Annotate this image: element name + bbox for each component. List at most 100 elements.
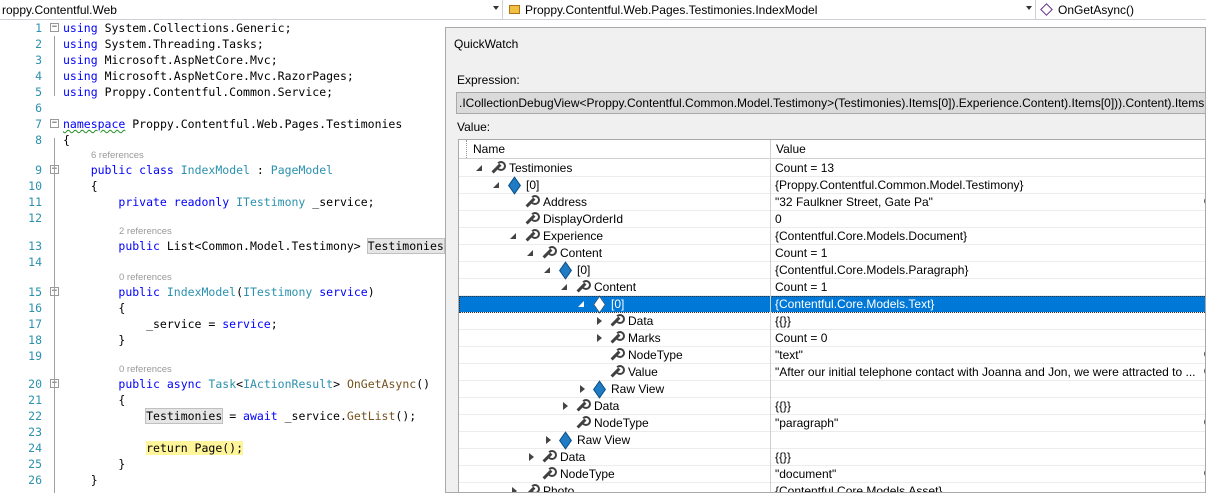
watch-row[interactable]: [0] {Proppy.Contentful.Common.Model.Testi…: [459, 177, 1205, 194]
code-line[interactable]: 6: [0, 100, 445, 116]
watch-row-value[interactable]: {{}}: [772, 313, 1205, 330]
code-lens-references[interactable]: 6 references: [91, 150, 144, 162]
code-line[interactable]: 13 public List<Common.Model.Testimony> T…: [0, 238, 445, 254]
watch-row-value[interactable]: {{}}: [772, 398, 1205, 415]
watch-row-value[interactable]: 0: [772, 211, 1205, 228]
watch-row[interactable]: Data {{}}: [459, 398, 1205, 415]
watch-row[interactable]: [0] {Contentful.Core.Models.Paragraph}: [459, 262, 1205, 279]
code-line[interactable]: 14: [0, 254, 445, 270]
code-line[interactable]: 1− using System.Collections.Generic;: [0, 20, 445, 36]
project-dropdown[interactable]: roppy.Contentful.Web: [0, 0, 503, 19]
code-line[interactable]: 3 using Microsoft.AspNetCore.Mvc;: [0, 52, 445, 68]
column-header-name[interactable]: Name: [469, 140, 769, 159]
watch-row-value[interactable]: {Contentful.Core.Models.Asset}: [772, 483, 1205, 492]
code-lens-references[interactable]: 2 references: [119, 226, 172, 238]
watch-row-value[interactable]: Count = 13: [772, 160, 1205, 177]
code-line[interactable]: 26 }: [0, 472, 445, 488]
watch-row-value[interactable]: Count = 0: [772, 330, 1205, 347]
watch-grid[interactable]: Name Value Testimonies Count = 13 [0] {Prop…: [458, 139, 1205, 492]
code-lens-references[interactable]: 0 references: [119, 364, 172, 376]
watch-row[interactable]: NodeType "paragraph": [459, 415, 1205, 432]
watch-row-value[interactable]: "text": [772, 347, 1205, 364]
watch-row[interactable]: [0] {Contentful.Core.Models.Text}: [459, 296, 1205, 313]
code-editor[interactable]: 1− using System.Collections.Generic; 2 usin…: [0, 20, 445, 493]
code-line[interactable]: 24 return Page();: [0, 440, 445, 456]
watch-row[interactable]: Address "32 Faulkner Street, Gate Pa": [459, 194, 1205, 211]
code-text: {: [63, 178, 98, 194]
code-line[interactable]: 9− public class IndexModel : PageModel: [0, 162, 445, 178]
watch-row[interactable]: Testimonies Count = 13: [459, 160, 1205, 177]
watch-row[interactable]: DisplayOrderId 0: [459, 211, 1205, 228]
code-line[interactable]: 4 using Microsoft.AspNetCore.Mvc.RazorPag…: [0, 68, 445, 84]
code-token: (): [416, 377, 431, 391]
expand-arrow-icon[interactable]: [509, 483, 519, 492]
watch-row-value[interactable]: "After our initial telephone contact wit…: [772, 364, 1205, 381]
code-line[interactable]: 10 {: [0, 178, 445, 194]
watch-row-value[interactable]: {Contentful.Core.Models.Document}: [772, 228, 1205, 245]
expand-arrow-icon[interactable]: [560, 398, 570, 414]
watch-row[interactable]: Content Count = 1: [459, 245, 1205, 262]
code-line[interactable]: 23: [0, 424, 445, 440]
expand-arrow-icon[interactable]: [526, 449, 536, 465]
code-line[interactable]: 18 }: [0, 332, 445, 348]
watch-row-value[interactable]: "32 Faulkner Street, Gate Pa": [772, 194, 1205, 211]
code-line[interactable]: 12: [0, 210, 445, 226]
expand-arrow-icon[interactable]: [577, 381, 587, 397]
watch-row-value[interactable]: "document": [772, 466, 1205, 483]
watch-row[interactable]: NodeType "document": [459, 466, 1205, 483]
code-line[interactable]: 17 _service = service;: [0, 316, 445, 332]
code-line[interactable]: 2 using System.Threading.Tasks;: [0, 36, 445, 52]
code-line[interactable]: 25 }: [0, 456, 445, 472]
watch-row[interactable]: Data {{}}: [459, 313, 1205, 330]
column-separator[interactable]: [770, 140, 771, 492]
watch-row-value[interactable]: "paragraph": [772, 415, 1205, 432]
watch-row[interactable]: Data {{}}: [459, 449, 1205, 466]
line-number: 21: [28, 393, 42, 407]
watch-row-name-cell: Address: [509, 194, 587, 211]
class-dropdown[interactable]: Proppy.Contentful.Web.Pages.Testimonies.…: [503, 0, 1036, 19]
watch-row-value[interactable]: {Contentful.Core.Models.Text}: [772, 296, 1205, 313]
collapse-arrow-icon[interactable]: [543, 262, 553, 278]
collapse-arrow-icon[interactable]: [492, 177, 502, 193]
watch-row[interactable]: Photo {Contentful.Core.Models.Asset}: [459, 483, 1205, 492]
code-line[interactable]: 16 {: [0, 300, 445, 316]
collapse-arrow-icon[interactable]: [577, 296, 587, 312]
code-line[interactable]: 15− public IndexModel(ITestimony service…: [0, 284, 445, 300]
column-header-value[interactable]: Value: [772, 140, 1205, 159]
fold-toggle-icon[interactable]: −: [50, 119, 59, 128]
fold-toggle-icon[interactable]: −: [50, 23, 59, 32]
code-line[interactable]: 22 Testimonies = await _service.GetList(…: [0, 408, 445, 424]
code-line[interactable]: 5 using Proppy.Contentful.Common.Service;: [0, 84, 445, 100]
watch-row-value[interactable]: [772, 432, 1205, 449]
expression-input[interactable]: .ICollectionDebugView<Proppy.Contentful.…: [456, 92, 1205, 114]
watch-row[interactable]: Marks Count = 0: [459, 330, 1205, 347]
watch-row-value[interactable]: {Proppy.Contentful.Common.Model.Testimon…: [772, 177, 1205, 194]
collapse-arrow-icon[interactable]: [475, 160, 485, 176]
watch-row[interactable]: Raw View: [459, 381, 1205, 398]
watch-row-value[interactable]: Count = 1: [772, 245, 1205, 262]
expand-arrow-icon[interactable]: [594, 330, 604, 346]
collapse-arrow-icon[interactable]: [526, 245, 536, 261]
code-line[interactable]: 7− namespace Proppy.Contentful.Web.Pages.…: [0, 116, 445, 132]
watch-row[interactable]: NodeType "text": [459, 347, 1205, 364]
code-line[interactable]: 19: [0, 348, 445, 364]
watch-row-value[interactable]: [772, 381, 1205, 398]
expand-arrow-icon[interactable]: [543, 432, 553, 448]
watch-row[interactable]: Content Count = 1: [459, 279, 1205, 296]
watch-row-value[interactable]: {Contentful.Core.Models.Paragraph}: [772, 262, 1205, 279]
collapse-arrow-icon[interactable]: [560, 279, 570, 295]
code-line[interactable]: 21 {: [0, 392, 445, 408]
object-icon: [591, 381, 607, 397]
code-lens-references[interactable]: 0 references: [119, 272, 172, 284]
code-line[interactable]: 20− public async Task<IActionResult> OnG…: [0, 376, 445, 392]
watch-row-value[interactable]: {{}}: [772, 449, 1205, 466]
watch-row-value[interactable]: Count = 1: [772, 279, 1205, 296]
code-line[interactable]: 11 private readonly ITestimony _service;: [0, 194, 445, 210]
expand-arrow-icon[interactable]: [594, 313, 604, 329]
member-dropdown[interactable]: OnGetAsync(): [1036, 0, 1206, 19]
watch-row[interactable]: Value "After our initial telephone contac…: [459, 364, 1205, 381]
collapse-arrow-icon[interactable]: [509, 228, 519, 244]
watch-row[interactable]: Raw View: [459, 432, 1205, 449]
code-line[interactable]: 8{: [0, 132, 445, 148]
watch-row[interactable]: Experience {Contentful.Core.Models.Docume…: [459, 228, 1205, 245]
